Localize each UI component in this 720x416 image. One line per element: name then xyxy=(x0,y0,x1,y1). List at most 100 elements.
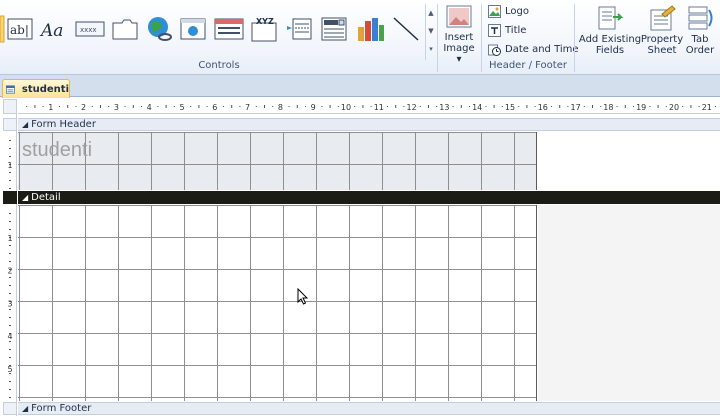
ruler-tick xyxy=(42,106,44,107)
hyperlink-control-icon[interactable] xyxy=(144,12,174,46)
ruler-tick xyxy=(354,106,356,107)
ruler-tick xyxy=(288,106,290,107)
ruler-tick xyxy=(9,140,11,141)
controls-group-label: Controls xyxy=(198,60,240,71)
ruler-tick xyxy=(100,105,101,108)
ruler-tick xyxy=(9,309,11,310)
ruler-tick xyxy=(9,229,11,230)
form-header-empty-area xyxy=(538,132,720,190)
select-control-icon[interactable] xyxy=(0,12,5,46)
insert-image-button[interactable]: Insert Image ▾ xyxy=(440,4,478,65)
ruler-tick xyxy=(9,277,11,278)
ruler-tick xyxy=(690,105,692,108)
detail-selector[interactable] xyxy=(3,191,17,204)
svg-text:xxxx: xxxx xyxy=(80,26,97,34)
title-icon xyxy=(488,23,501,37)
line-control-icon[interactable] xyxy=(390,12,422,46)
ruler-tick xyxy=(436,106,438,107)
form-title-label[interactable]: studenti xyxy=(22,139,92,162)
ruler-tick xyxy=(231,105,233,108)
ruler-tick xyxy=(460,105,462,108)
clock-icon xyxy=(488,44,501,56)
chart-control-icon[interactable] xyxy=(354,12,386,46)
web-browser-control-icon[interactable] xyxy=(178,12,208,46)
tab-control-icon[interactable] xyxy=(110,12,140,46)
ruler-tick xyxy=(157,106,159,107)
option-group-control-icon[interactable]: XYZ xyxy=(248,12,280,46)
separator xyxy=(437,4,438,72)
gallery-more-icon[interactable]: ▾ xyxy=(426,40,436,58)
tab-order-button[interactable]: Tab Order xyxy=(684,4,716,56)
textbox-control-icon[interactable]: ab| xyxy=(6,12,34,46)
ruler-tick xyxy=(321,106,323,107)
ruler-tick xyxy=(9,245,11,246)
collapse-icon: ◢ xyxy=(22,120,29,129)
gallery-up-icon[interactable]: ▲ xyxy=(426,4,436,22)
form-footer-selector[interactable] xyxy=(3,402,17,415)
detail-grid[interactable] xyxy=(18,205,537,401)
ruler-mark: 9 xyxy=(311,103,316,112)
ruler-tick xyxy=(362,105,364,108)
ruler-tick xyxy=(370,106,372,107)
form-icon xyxy=(6,84,15,94)
ruler-tick xyxy=(141,106,142,107)
form-selector[interactable] xyxy=(3,99,17,114)
ruler-mark: 12 xyxy=(407,103,417,112)
logo-button[interactable]: Logo xyxy=(488,3,529,19)
mouse-pointer-icon xyxy=(297,288,309,305)
label-control-icon[interactable]: Aa xyxy=(38,12,70,46)
page-break-control-icon[interactable] xyxy=(284,12,314,46)
form-header-selector[interactable] xyxy=(3,118,17,131)
ruler-mark: 3 xyxy=(114,103,119,112)
ruler-tick xyxy=(387,106,388,107)
vertical-ruler: 1 1 2 3 4 5 xyxy=(3,114,17,416)
ruler-tick xyxy=(616,106,618,107)
ruler-tick xyxy=(698,106,700,107)
gallery-down-icon[interactable]: ▼ xyxy=(426,22,436,40)
detail-bar[interactable]: ◢ Detail xyxy=(18,191,720,204)
title-button[interactable]: Title xyxy=(488,22,526,38)
ruler-tick xyxy=(223,106,224,107)
ruler-tick xyxy=(551,106,552,107)
navigation-control-icon[interactable] xyxy=(212,12,246,46)
ruler-tick xyxy=(165,105,167,108)
date-and-time-button[interactable]: Date and Time xyxy=(488,41,579,57)
document-tab-studenti[interactable]: studenti xyxy=(2,79,70,98)
ruler-tick xyxy=(534,106,536,107)
button-control-icon[interactable]: xxxx xyxy=(74,12,106,46)
ruler-tick xyxy=(91,106,93,107)
ruler-tick xyxy=(67,105,69,108)
ruler-mark: 11 xyxy=(374,103,384,112)
ruler-mark: 13 xyxy=(439,103,449,112)
ruler-tick xyxy=(633,106,634,107)
ruler-tick xyxy=(26,106,28,107)
ribbon: ab| Aa xxxx XYZ ▲ ▼ ▾ Controls Insert Im… xyxy=(0,0,720,75)
ruler-mark: 15 xyxy=(505,103,515,112)
ruler-tick xyxy=(428,105,429,108)
ruler-tick xyxy=(518,106,520,107)
form-header-grid[interactable] xyxy=(18,132,537,190)
insert-image-icon xyxy=(446,5,472,28)
ruler-mark: 1 xyxy=(48,103,53,112)
ruler-mark: 4 xyxy=(7,332,12,341)
add-existing-fields-button[interactable]: Add Existing Fields xyxy=(578,4,642,56)
ruler-tick xyxy=(592,105,593,108)
svg-text:XYZ: XYZ xyxy=(256,17,274,26)
form-footer-bar[interactable]: ◢ Form Footer xyxy=(18,402,720,415)
property-sheet-button[interactable]: Property Sheet xyxy=(640,4,684,56)
ruler-mark: 6 xyxy=(212,103,217,112)
combo-box-control-icon[interactable] xyxy=(318,12,350,46)
ruler-mark: 8 xyxy=(278,103,283,112)
ruler-tick xyxy=(34,105,36,108)
ruler-tick xyxy=(9,188,11,189)
controls-gallery-scroll[interactable]: ▲ ▼ ▾ xyxy=(425,4,436,60)
form-header-bar[interactable]: ◢ Form Header xyxy=(18,118,720,131)
ruler-tick xyxy=(190,106,192,107)
ruler-tick xyxy=(649,106,651,107)
ruler-tick xyxy=(9,156,11,157)
ruler-tick xyxy=(452,106,454,107)
document-tab-bar: studenti xyxy=(0,75,720,98)
ruler-tick xyxy=(9,397,11,398)
ruler-mark: 17 xyxy=(571,103,581,112)
form-design-canvas[interactable]: 1 2 3 4 5 6 7 8 9 10 11 12 13 14 15 16 17 18 19 20 21 112345… xyxy=(0,98,720,416)
